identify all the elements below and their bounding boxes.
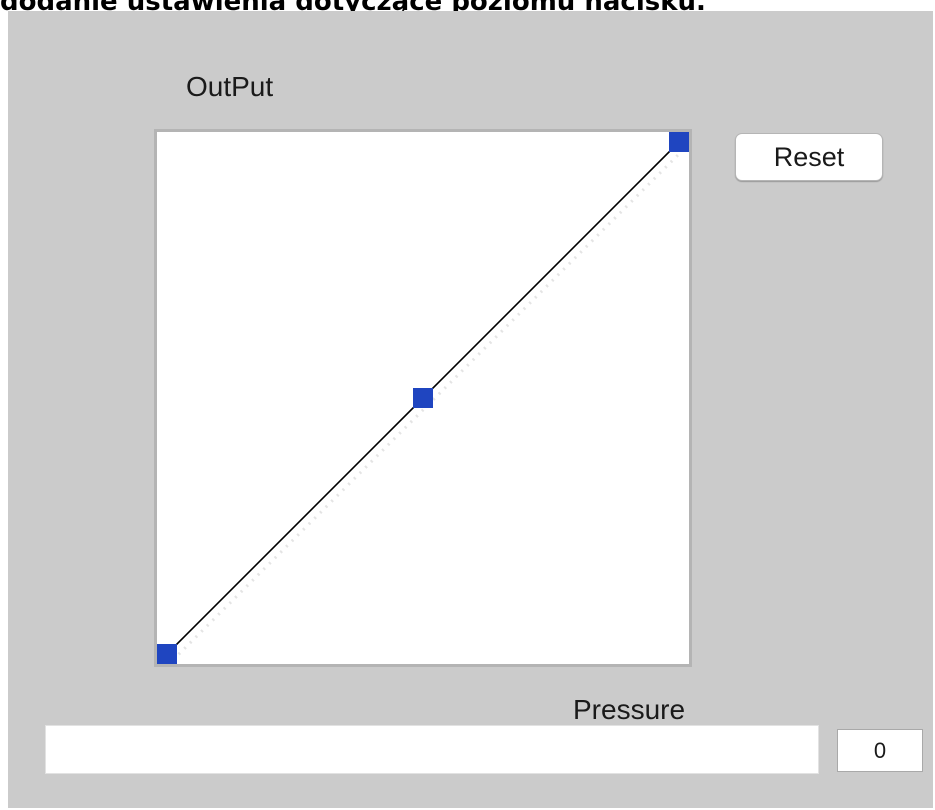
pressure-value-field: 0 — [837, 729, 923, 772]
curve-control-point-1[interactable] — [157, 644, 177, 664]
pressure-level-bar — [45, 725, 819, 774]
pressure-settings-page: dodanie ustawienia dotyczące poziomu nac… — [0, 0, 935, 810]
pressure-curve-panel: OutPut Reset Pressure 0 — [8, 11, 933, 808]
output-axis-label: OutPut — [186, 71, 274, 102]
pressure-axis-label: Pressure — [573, 694, 686, 725]
curve-control-point-2[interactable] — [413, 388, 433, 408]
curve-control-point-3[interactable] — [669, 132, 689, 152]
reset-button[interactable]: Reset — [735, 133, 883, 181]
pressure-curve-editor[interactable] — [154, 129, 692, 667]
pressure-curve-graph[interactable] — [157, 132, 689, 664]
